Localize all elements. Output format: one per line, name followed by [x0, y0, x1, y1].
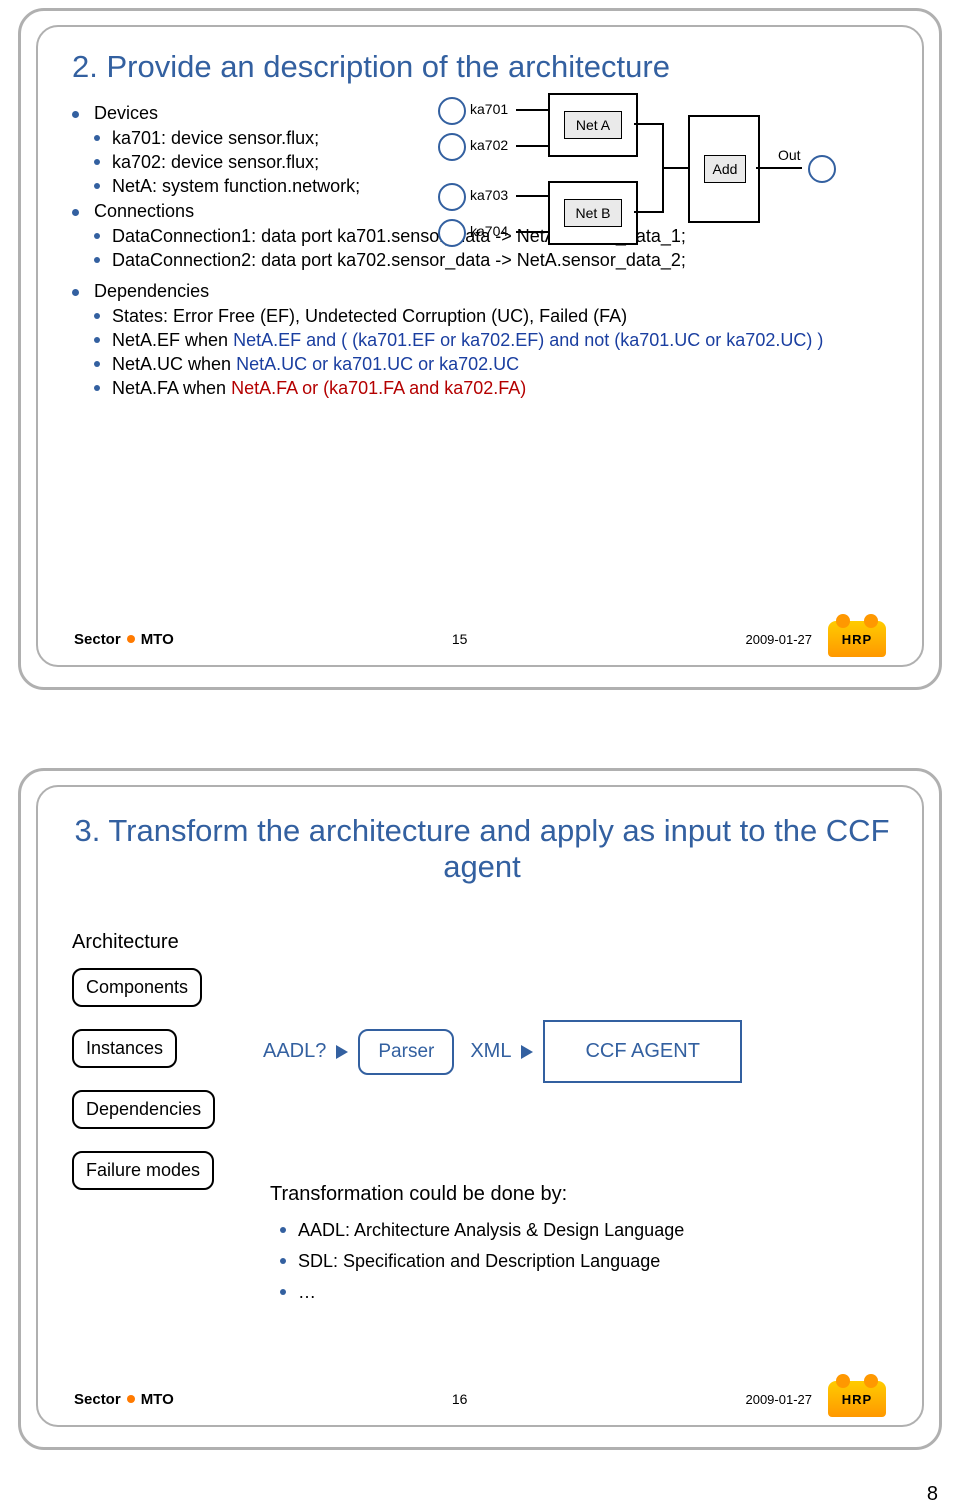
sensor-label: ka703: [470, 187, 508, 203]
connector-line: [516, 145, 548, 147]
connector-line: [516, 195, 548, 197]
transformation-heading: Transformation could be done by:: [270, 1183, 882, 1206]
sensor-label: ka702: [470, 137, 508, 153]
architecture-diagram: ka701 ka702 ka703 ka704 Net A Net B Add: [438, 97, 888, 277]
sensor-node-icon: [438, 219, 466, 247]
footer-mto: MTO: [141, 631, 174, 648]
footer-date: 2009-01-27: [745, 632, 812, 647]
flow-xml: XML: [470, 1040, 511, 1063]
sensor-node-icon: [438, 183, 466, 211]
footer-page-number: 15: [452, 631, 468, 647]
footer-mto: MTO: [141, 1391, 174, 1408]
dependencies-heading-text: Dependencies: [94, 281, 209, 301]
arch-pill-components: Components: [72, 968, 202, 1007]
slide-15: 2. Provide an description of the archite…: [0, 0, 960, 720]
arch-pill-dependencies: Dependencies: [72, 1090, 215, 1129]
net-label: Net B: [564, 199, 622, 227]
sensor-label: ka701: [470, 101, 508, 117]
document-page-number: 8: [927, 1483, 938, 1506]
architecture-label: Architecture: [72, 931, 242, 954]
out-label: Out: [778, 147, 801, 163]
dot-icon: [127, 1395, 135, 1403]
deps-prefix: NetA.FA when: [112, 378, 226, 398]
footer-sector: Sector: [74, 1391, 121, 1408]
sensor-node-icon: [438, 133, 466, 161]
slide-inner-frame: 2. Provide an description of the archite…: [36, 25, 924, 667]
deps-line: NetA.EF when NetA.EF and ( (ka701.EF or …: [94, 330, 892, 351]
connector-line: [634, 211, 664, 213]
footer-date: 2009-01-27: [745, 1392, 812, 1407]
slide-inner-frame: 3. Transform the architecture and apply …: [36, 785, 924, 1427]
deps-line: NetA.UC when NetA.UC or ka701.UC or ka70…: [94, 354, 892, 375]
deps-rule-blue: NetA.EF and ( (ka701.EF or ka702.EF) and…: [228, 330, 823, 350]
sensor-node-icon: [438, 97, 466, 125]
connections-heading-text: Connections: [94, 201, 194, 221]
output-node-icon: [808, 155, 836, 183]
slide-title: 3. Transform the architecture and apply …: [72, 813, 892, 884]
flow-row: AADL? Parser XML CCF AGENT: [263, 1020, 742, 1083]
sensor-label: ka704: [470, 223, 508, 239]
flow-ccf-agent-box: CCF AGENT: [543, 1020, 741, 1083]
net-box: Net B: [548, 181, 638, 245]
flow-parser-box: Parser: [358, 1029, 454, 1075]
arrow-icon: [336, 1045, 348, 1059]
add-box: Add: [688, 115, 760, 223]
deps-rule-red: NetA.FA or (ka701.FA and ka702.FA): [226, 378, 526, 398]
arrow-icon: [521, 1045, 533, 1059]
transformation-item: …: [280, 1282, 882, 1303]
connector-line: [516, 109, 548, 111]
devices-heading-text: Devices: [94, 103, 158, 123]
arch-pill-failure-modes: Failure modes: [72, 1151, 214, 1190]
hrp-logo-icon: HRP: [828, 1381, 886, 1417]
flow-aadl: AADL?: [263, 1040, 326, 1063]
slide-title: 2. Provide an description of the archite…: [72, 49, 892, 85]
architecture-column: Architecture Components Instances Depend…: [72, 931, 242, 1190]
net-box: Net A: [548, 93, 638, 157]
transformation-item: AADL: Architecture Analysis & Design Lan…: [280, 1220, 882, 1241]
arch-pill-instances: Instances: [72, 1029, 177, 1068]
slide-footer: Sector MTO 16 2009-01-27 HRP: [74, 1381, 886, 1417]
connector-line: [516, 231, 548, 233]
connector-line: [634, 123, 664, 125]
dependencies-heading: Dependencies States: Error Free (EF), Un…: [72, 281, 892, 399]
connector-line: [662, 167, 688, 169]
deps-line: NetA.FA when NetA.FA or (ka701.FA and ka…: [94, 378, 892, 399]
hrp-logo-icon: HRP: [828, 621, 886, 657]
footer-page-number: 16: [452, 1391, 468, 1407]
dot-icon: [127, 635, 135, 643]
slide-footer: Sector MTO 15 2009-01-27 HRP: [74, 621, 886, 657]
deps-prefix: NetA.UC when: [112, 354, 231, 374]
add-label: Add: [704, 155, 746, 183]
transformation-item: SDL: Specification and Description Langu…: [280, 1251, 882, 1272]
connector-line: [756, 167, 802, 169]
footer-sector: Sector: [74, 631, 121, 648]
deps-rule-blue: NetA.UC or ka701.UC or ka702.UC: [231, 354, 519, 374]
deps-states: States: Error Free (EF), Undetected Corr…: [94, 306, 892, 327]
slide-16: 3. Transform the architecture and apply …: [0, 760, 960, 1480]
deps-prefix: NetA.EF when: [112, 330, 228, 350]
transformation-section: Transformation could be done by: AADL: A…: [270, 1183, 882, 1313]
net-label: Net A: [564, 111, 622, 139]
